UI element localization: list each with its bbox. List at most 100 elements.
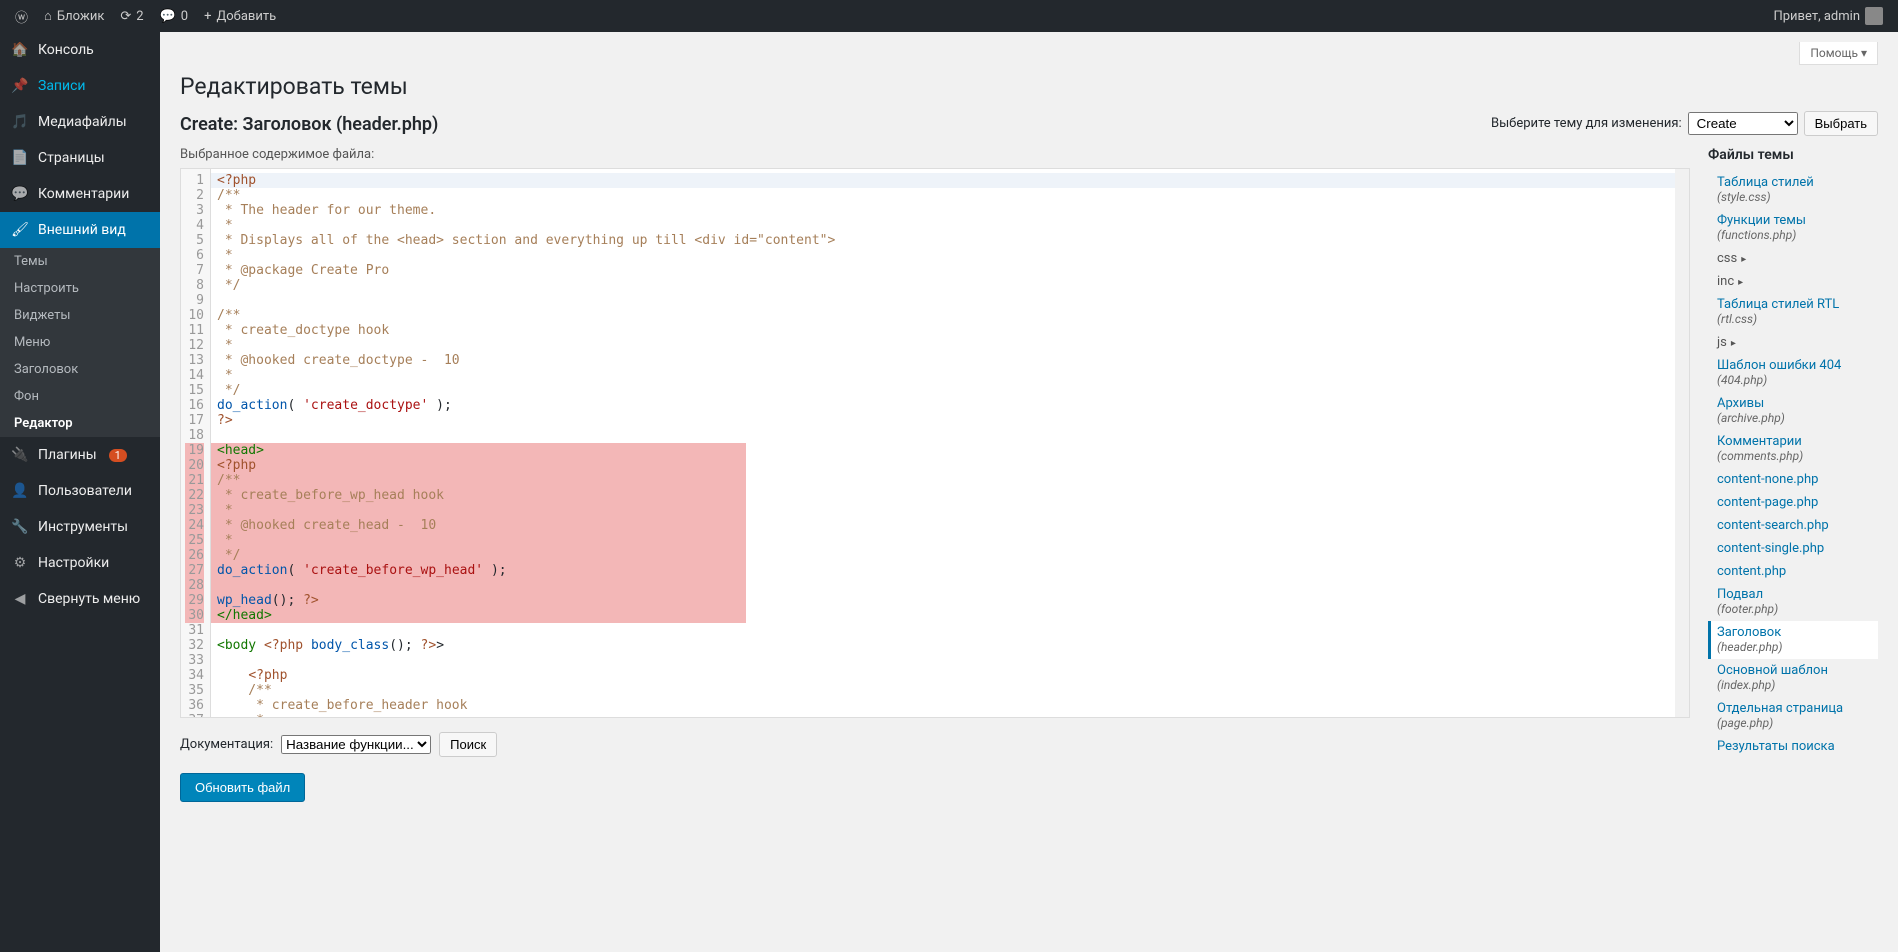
sub-themes[interactable]: Темы [0,248,160,275]
my-account[interactable]: Привет, admin [1766,0,1890,32]
sub-editor[interactable]: Редактор [0,410,160,437]
admin-bar-right: Привет, admin [1766,0,1890,32]
site-name[interactable]: ⌂ Бложик [37,0,111,32]
menu-label: Инструменты [38,519,128,535]
menu-posts[interactable]: 📌 Записи [0,68,160,104]
menu-label: Внешний вид [38,222,126,238]
admin-bar-left: ⓦ ⌂Бложик ⟳2 💬0 +Добавить [8,0,283,32]
file-item[interactable]: content-none.php [1708,468,1878,491]
file-item[interactable]: content-search.php [1708,514,1878,537]
file-item[interactable]: Основной шаблон(index.php) [1708,659,1878,697]
brush-icon: 🖌 [10,220,30,240]
comment-icon: 💬 [10,184,30,204]
collapse-icon: ◀ [10,589,30,609]
comments-count: 0 [181,9,188,24]
add-new[interactable]: +Добавить [197,0,283,32]
file-item[interactable]: content-page.php [1708,491,1878,514]
page-icon: 📄 [10,148,30,168]
menu-label: Свернуть меню [38,591,140,607]
menu-label: Консоль [38,42,94,58]
file-item[interactable]: Результаты поиска [1708,735,1878,758]
updates[interactable]: ⟳2 [113,0,150,32]
chevron-right-icon: ▸ [1738,277,1743,288]
file-item[interactable]: content.php [1708,560,1878,583]
code-editor[interactable]: 1234567891011121314151617181920212223242… [180,168,1690,718]
menu-label: Страницы [38,150,105,166]
menu-appearance[interactable]: 🖌 Внешний вид [0,212,160,248]
file-item[interactable]: Комментарии(comments.php) [1708,430,1878,468]
update-file-button[interactable]: Обновить файл [180,773,305,802]
user-icon: 👤 [10,481,30,501]
editor-column: Выбранное содержимое файла: 123456789101… [180,147,1690,802]
submenu-appearance: Темы Настроить Виджеты Меню Заголовок Фо… [0,248,160,437]
file-item[interactable]: js▸ [1708,331,1878,354]
sub-widgets[interactable]: Виджеты [0,302,160,329]
doc-label: Документация: [180,737,273,752]
content-row: Выбранное содержимое файла: 123456789101… [180,147,1878,802]
file-item[interactable]: Таблица стилей RTL(rtl.css) [1708,293,1878,331]
page-title: Редактировать темы [180,73,1878,100]
file-item[interactable]: Таблица стилей(style.css) [1708,171,1878,209]
wp-logo[interactable]: ⓦ [8,0,35,32]
file-item[interactable]: Отдельная страница(page.php) [1708,697,1878,735]
code-scrollbar[interactable] [1675,169,1689,717]
theme-select[interactable]: Create [1688,112,1798,135]
plugins-count-badge: 1 [109,449,127,462]
file-item[interactable]: Функции темы(functions.php) [1708,209,1878,247]
menu-label: Записи [38,78,86,94]
menu-label: Пользователи [38,483,132,499]
bottom-controls: Документация: Название функции... Поиск [180,732,1690,757]
select-theme-button[interactable]: Выбрать [1804,111,1878,136]
menu-settings[interactable]: ⚙Настройки [0,545,160,581]
sub-header[interactable]: Заголовок [0,356,160,383]
theme-selector-row: Выберите тему для изменения: Create Выбр… [1491,111,1878,136]
screen-meta: Помощь ▾ [180,42,1878,65]
home-icon: ⌂ [44,8,52,24]
file-item[interactable]: Заголовок(header.php) [1708,621,1878,659]
admin-wrap: 🏠 Консоль 📌 Записи 🎵Медиафайлы 📄 Страницы 💬… [0,32,1898,952]
search-button[interactable]: Поиск [439,732,497,757]
admin-menu: 🏠 Консоль 📌 Записи 🎵Медиафайлы 📄 Страницы 💬… [0,32,160,952]
menu-collapse[interactable]: ◀ Свернуть меню [0,581,160,617]
refresh-icon: ⟳ [120,9,131,24]
menu-dashboard[interactable]: 🏠 Консоль [0,32,160,68]
avatar-icon [1865,7,1883,25]
chevron-down-icon: ▾ [1861,46,1867,60]
menu-tools[interactable]: 🔧 Инструменты [0,509,160,545]
doc-select[interactable]: Название функции... [281,735,431,754]
file-item[interactable]: css▸ [1708,247,1878,270]
plus-icon: + [204,9,211,24]
sliders-icon: ⚙ [10,553,30,573]
dashboard-icon: 🏠 [10,40,30,60]
help-tab[interactable]: Помощь ▾ [1799,42,1878,65]
comments-bubble[interactable]: 💬0 [153,0,196,32]
file-item[interactable]: Подвал(footer.php) [1708,583,1878,621]
main-content: Помощь ▾ Редактировать темы Create: Заго… [160,32,1898,952]
menu-comments[interactable]: 💬 Комментарии [0,176,160,212]
site-name-label: Бложик [57,9,104,24]
chevron-right-icon: ▸ [1741,254,1746,265]
sub-menus[interactable]: Меню [0,329,160,356]
sub-customize[interactable]: Настроить [0,275,160,302]
menu-plugins[interactable]: 🔌Плагины1 [0,437,160,473]
wordpress-icon: ⓦ [15,7,28,26]
file-item[interactable]: content-single.php [1708,537,1878,560]
wrench-icon: 🔧 [10,517,30,537]
file-item[interactable]: Шаблон ошибки 404(404.php) [1708,354,1878,392]
menu-media[interactable]: 🎵Медиафайлы [0,104,160,140]
greeting-label: Привет, admin [1773,9,1860,24]
sub-background[interactable]: Фон [0,383,160,410]
comment-icon: 💬 [160,9,176,24]
menu-pages[interactable]: 📄 Страницы [0,140,160,176]
pin-icon: 📌 [10,76,30,96]
editor-label: Выбранное содержимое файла: [180,147,1690,162]
admin-bar: ⓦ ⌂Бложик ⟳2 💬0 +Добавить Привет, admin [0,0,1898,32]
file-item[interactable]: Архивы(archive.php) [1708,392,1878,430]
theme-select-label: Выберите тему для изменения: [1491,116,1682,131]
menu-label: Комментарии [38,186,129,202]
menu-users[interactable]: 👤 Пользователи [0,473,160,509]
updates-count: 2 [136,9,143,24]
file-item[interactable]: inc▸ [1708,270,1878,293]
media-icon: 🎵 [10,112,30,132]
code-body[interactable]: <?php/** * The header for our theme. * *… [211,169,1689,717]
